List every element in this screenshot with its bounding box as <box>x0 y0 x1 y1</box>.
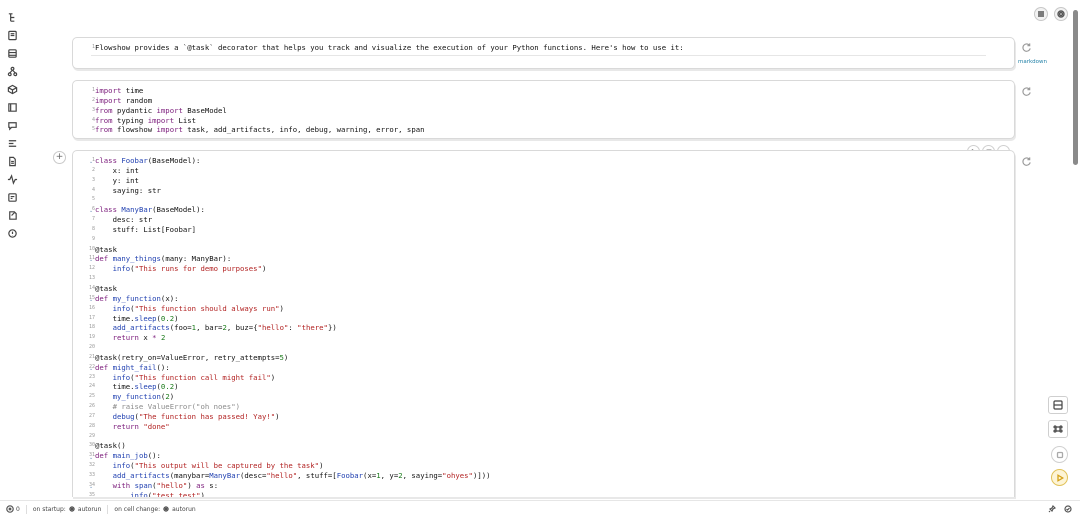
error-count-value: 0 <box>16 505 20 513</box>
refresh-icon[interactable] <box>1021 82 1032 96</box>
line-number: 19 <box>88 334 95 341</box>
line-number: 2 <box>91 166 95 173</box>
error-circle-icon <box>6 505 14 513</box>
line-number: 30 <box>88 442 95 449</box>
line-number: 33 <box>88 472 95 478</box>
main-code-cell[interactable]: 1 2 3 4 5 6 7 8 9 10 11 12 13 14 15 16 17 18 19 20 21 22 23 24 2… <box>72 150 1015 497</box>
on-cell-change-label: on cell change: <box>114 505 161 513</box>
markdown-badge: markdown <box>1017 59 1047 65</box>
line-number: 17 <box>88 314 95 321</box>
fold-chevron-icon[interactable]: ⌄ <box>89 257 93 263</box>
on-startup-label: on startup: <box>32 505 66 513</box>
package-icon[interactable] <box>6 83 18 95</box>
error-count[interactable]: 0 <box>6 505 20 513</box>
markdown-cell[interactable]: 1 Flowshow provides a `@task` decorator … <box>72 37 1015 69</box>
fold-chevron-icon[interactable]: ⌄ <box>89 455 93 461</box>
fold-chevron-icon[interactable]: ⌄ <box>89 159 93 165</box>
tracing-icon[interactable] <box>6 173 18 185</box>
refresh-icon[interactable] <box>1021 152 1032 166</box>
on-startup-setting[interactable]: on startup: autorun <box>33 505 102 513</box>
logs-icon[interactable] <box>6 191 18 203</box>
line-number: 12 <box>88 265 95 272</box>
line-number: 26 <box>88 403 95 410</box>
line-number: 8 <box>91 225 95 232</box>
line-number: 3 <box>91 176 95 183</box>
fold-chevron-icon[interactable]: ⌄ <box>89 484 93 490</box>
variables-icon[interactable] <box>6 137 18 149</box>
line-gutter: 1 2 3 4 5 <box>73 86 95 135</box>
on-startup-value: autorun <box>77 505 102 513</box>
on-cell-change-value: autorun <box>172 505 196 513</box>
line-number: 13 <box>88 275 95 282</box>
line-number: 5 <box>91 196 95 203</box>
database-icon[interactable] <box>6 47 18 59</box>
line-number: 24 <box>88 383 95 390</box>
line-number: 21 <box>88 353 95 360</box>
line-number: 20 <box>88 344 95 351</box>
markdown-source[interactable]: Flowshow provides a `@task` decorator th… <box>95 43 684 53</box>
divider <box>25 504 27 514</box>
file-tree-icon[interactable] <box>6 11 18 23</box>
dependency-graph-icon[interactable] <box>6 65 18 77</box>
left-sidebar <box>0 0 24 500</box>
line-number: 4 <box>91 186 95 193</box>
outline-icon[interactable] <box>6 101 18 113</box>
line-number: 1 <box>91 44 95 50</box>
panel-layout-icon[interactable] <box>1048 396 1068 414</box>
line-number: 4 <box>91 116 95 123</box>
line-number: 5 <box>91 126 95 133</box>
line-number: 10 <box>88 245 95 252</box>
autorun-icon <box>68 506 75 512</box>
line-number: 28 <box>88 422 95 429</box>
divider <box>107 504 109 514</box>
line-number: 23 <box>88 373 95 380</box>
line-number: 16 <box>88 304 95 311</box>
documentation-icon[interactable] <box>6 155 18 167</box>
line-number: 2 <box>91 96 95 103</box>
imports-code-cell[interactable]: 1 2 3 4 5 import time import random from… <box>72 80 1015 139</box>
line-number: 9 <box>91 235 95 242</box>
cell-divider <box>91 55 986 56</box>
line-number: 35 <box>88 491 95 497</box>
line-number: 14 <box>88 284 95 291</box>
code-editor[interactable]: import time import random from pydantic … <box>95 86 425 135</box>
fold-chevron-icon[interactable]: ⌄ <box>89 297 93 303</box>
command-palette-icon[interactable] <box>1048 420 1068 438</box>
top-right-controls <box>1034 7 1068 21</box>
feedback-icon[interactable] <box>6 227 18 239</box>
run-all-button[interactable] <box>1051 469 1068 486</box>
snippets-icon[interactable] <box>6 209 18 221</box>
fold-chevron-icon[interactable]: ⌄ <box>89 208 93 214</box>
interrupt-button[interactable] <box>1051 446 1068 463</box>
status-bar-right <box>1048 505 1072 513</box>
line-number: 32 <box>88 462 95 469</box>
refresh-icon[interactable] <box>1021 38 1032 52</box>
line-number: 29 <box>88 432 95 439</box>
status-bar: 0 on startup: autorun on cell change: au… <box>0 500 1080 517</box>
line-number: 27 <box>88 412 95 419</box>
chat-icon[interactable] <box>6 119 18 131</box>
line-gutter: 1 <box>73 43 95 53</box>
line-number: 1 <box>91 87 95 93</box>
notebook-icon[interactable] <box>6 29 18 41</box>
on-cell-change-setting[interactable]: on cell change: autorun <box>114 505 195 513</box>
pin-icon[interactable] <box>1048 505 1056 513</box>
autorun-icon <box>163 506 170 512</box>
add-cell-button[interactable]: + <box>53 151 66 164</box>
fold-chevron-icon[interactable]: ⌄ <box>89 366 93 372</box>
line-number: 25 <box>88 393 95 400</box>
menu-icon[interactable] <box>1034 7 1048 21</box>
line-number: 3 <box>91 106 95 113</box>
line-number: 18 <box>88 324 95 331</box>
code-editor[interactable]: class Foobar(BaseModel): x: int y: int s… <box>95 156 491 497</box>
line-number: 7 <box>91 216 95 223</box>
connection-status-icon[interactable] <box>1064 505 1072 513</box>
scrollbar-thumb[interactable] <box>1073 10 1078 165</box>
settings-gear-icon[interactable] <box>1054 7 1068 21</box>
